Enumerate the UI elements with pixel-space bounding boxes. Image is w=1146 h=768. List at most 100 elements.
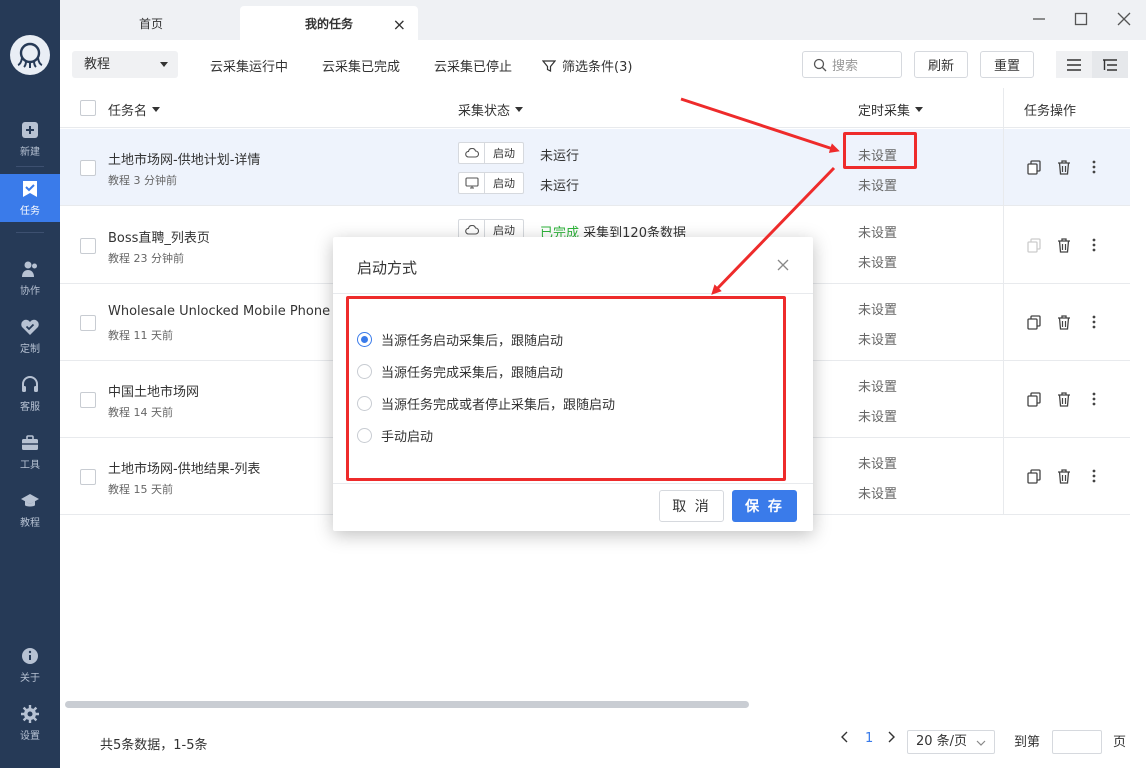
plus-square-icon — [22, 122, 38, 138]
headset-icon — [22, 376, 38, 392]
trash-icon[interactable] — [1055, 236, 1073, 254]
schedule-local[interactable]: 未设置 — [858, 406, 897, 425]
octopus-logo-icon — [17, 42, 43, 68]
schedule-local[interactable]: 未设置 — [858, 175, 897, 194]
more-icon[interactable] — [1085, 467, 1103, 485]
column-header-schedule[interactable]: 定时采集 — [858, 100, 924, 119]
group-select[interactable]: 教程 — [72, 51, 178, 78]
sidebar-item-collab[interactable]: 协作 — [0, 254, 60, 302]
total-count: 共5条数据，1-5条 — [100, 738, 208, 753]
badge-label: 启动 — [493, 177, 515, 190]
column-header-status[interactable]: 采集状态 — [458, 100, 524, 119]
copy-icon[interactable] — [1025, 236, 1043, 254]
tab-bar: 首页 我的任务 × — [60, 0, 1146, 40]
filter-cloud-stopped[interactable]: 云采集已停止 — [434, 56, 512, 75]
info-icon — [22, 648, 38, 664]
filter-cloud-running[interactable]: 云采集运行中 — [210, 56, 288, 75]
task-name[interactable]: 土地市场网-供地计划-详情 — [108, 149, 398, 168]
minimize-icon[interactable] — [1028, 8, 1050, 30]
prev-page-icon[interactable] — [840, 731, 848, 743]
cloud-start-button[interactable]: 启动 — [458, 142, 524, 164]
trash-icon[interactable] — [1055, 467, 1073, 485]
window-close-icon[interactable] — [1113, 8, 1135, 30]
tab-close-icon[interactable]: × — [393, 15, 406, 34]
search-input[interactable]: 搜索 — [802, 51, 902, 78]
trash-icon[interactable] — [1055, 313, 1073, 331]
row-ops — [1025, 467, 1103, 485]
gear-icon — [21, 705, 39, 723]
sidebar-item-label: 新建 — [20, 147, 40, 158]
sidebar-item-label: 定制 — [20, 344, 40, 355]
schedule-local[interactable]: 未设置 — [858, 483, 897, 502]
cloud-icon — [464, 225, 479, 235]
row-checkbox[interactable] — [80, 160, 96, 176]
sidebar-item-settings[interactable]: 设置 — [0, 699, 60, 747]
page-size-select[interactable]: 20 条/页 — [907, 730, 995, 754]
select-all-checkbox[interactable] — [80, 100, 96, 116]
page-number[interactable]: 1 — [865, 731, 873, 746]
maximize-icon[interactable] — [1070, 8, 1092, 30]
more-icon[interactable] — [1085, 313, 1103, 331]
local-status: 未运行 — [540, 179, 580, 194]
next-page-icon[interactable] — [888, 731, 896, 743]
start-mode-dialog: 启动方式 当源任务启动采集后，跟随启动 当源任务完成采集后，跟随启动 当源任务完… — [333, 237, 813, 531]
group-select-value: 教程 — [84, 57, 111, 72]
tab-home[interactable]: 首页 — [62, 6, 240, 40]
schedule-local[interactable]: 未设置 — [858, 329, 897, 348]
column-header-ops: 任务操作 — [1024, 100, 1076, 119]
dialog-close-icon[interactable] — [777, 255, 789, 276]
copy-icon[interactable] — [1025, 158, 1043, 176]
local-start-button[interactable]: 启动 — [458, 172, 524, 194]
search-placeholder: 搜索 — [832, 59, 859, 74]
task-flag-icon — [23, 181, 37, 197]
sidebar-item-tasks[interactable]: 任务 — [0, 174, 60, 222]
sidebar-item-new[interactable]: 新建 — [0, 115, 60, 163]
sidebar-item-about[interactable]: 关于 — [0, 641, 60, 689]
sort-caret-icon — [152, 107, 161, 112]
sidebar-item-support[interactable]: 客服 — [0, 370, 60, 418]
schedule-local[interactable]: 未设置 — [858, 252, 897, 271]
row-checkbox[interactable] — [80, 469, 96, 485]
horizontal-scrollbar[interactable] — [65, 701, 749, 708]
copy-icon[interactable] — [1025, 467, 1043, 485]
more-icon[interactable] — [1085, 236, 1103, 254]
save-button[interactable]: 保 存 — [732, 490, 797, 522]
sidebar-item-label: 教程 — [20, 518, 40, 529]
schedule-cloud[interactable]: 未设置 — [858, 376, 897, 395]
caret-down-icon — [160, 62, 168, 67]
schedule-cloud[interactable]: 未设置 — [858, 453, 897, 472]
sidebar-item-label: 工具 — [20, 460, 40, 471]
dialog-divider — [333, 293, 813, 294]
table-header: 任务名 采集状态 定时采集 任务操作 — [60, 88, 1130, 128]
refresh-button[interactable]: 刷新 — [914, 51, 968, 78]
trash-icon[interactable] — [1055, 158, 1073, 176]
more-icon[interactable] — [1085, 158, 1103, 176]
row-checkbox[interactable] — [80, 392, 96, 408]
schedule-cloud[interactable]: 未设置 — [858, 222, 897, 241]
goto-page-input[interactable] — [1052, 730, 1102, 754]
copy-icon[interactable] — [1025, 313, 1043, 331]
toolbar: 教程 云采集运行中 云采集已完成 云采集已停止 筛选条件(3) 搜索 刷新 重置 — [60, 40, 1146, 88]
sidebar-item-tutorial[interactable]: 教程 — [0, 486, 60, 534]
column-header-name[interactable]: 任务名 — [108, 100, 161, 119]
tab-my-tasks[interactable]: 我的任务 × — [240, 6, 418, 40]
copy-icon[interactable] — [1025, 390, 1043, 408]
reset-button[interactable]: 重置 — [980, 51, 1034, 78]
list-view-icon[interactable] — [1056, 51, 1092, 78]
sidebar-item-custom[interactable]: 定制 — [0, 312, 60, 360]
tab-label: 我的任务 — [304, 16, 353, 31]
trash-icon[interactable] — [1055, 390, 1073, 408]
filter-cloud-completed[interactable]: 云采集已完成 — [322, 56, 400, 75]
goto-label: 到第 — [1014, 735, 1041, 750]
sort-caret-icon — [915, 107, 924, 112]
schedule-cloud[interactable]: 未设置 — [858, 299, 897, 318]
filter-conditions-button[interactable]: 筛选条件(3) — [542, 56, 632, 75]
app-logo — [10, 35, 50, 75]
tree-view-icon[interactable] — [1092, 51, 1128, 78]
sidebar-item-tools[interactable]: 工具 — [0, 428, 60, 476]
row-checkbox[interactable] — [80, 315, 96, 331]
table-row[interactable]: 土地市场网-供地计划-详情 教程 3 分钟前 启动 未运行 启动 未运行 未设置… — [60, 129, 1130, 206]
cancel-button[interactable]: 取 消 — [659, 490, 724, 522]
more-icon[interactable] — [1085, 390, 1103, 408]
row-checkbox[interactable] — [80, 238, 96, 254]
